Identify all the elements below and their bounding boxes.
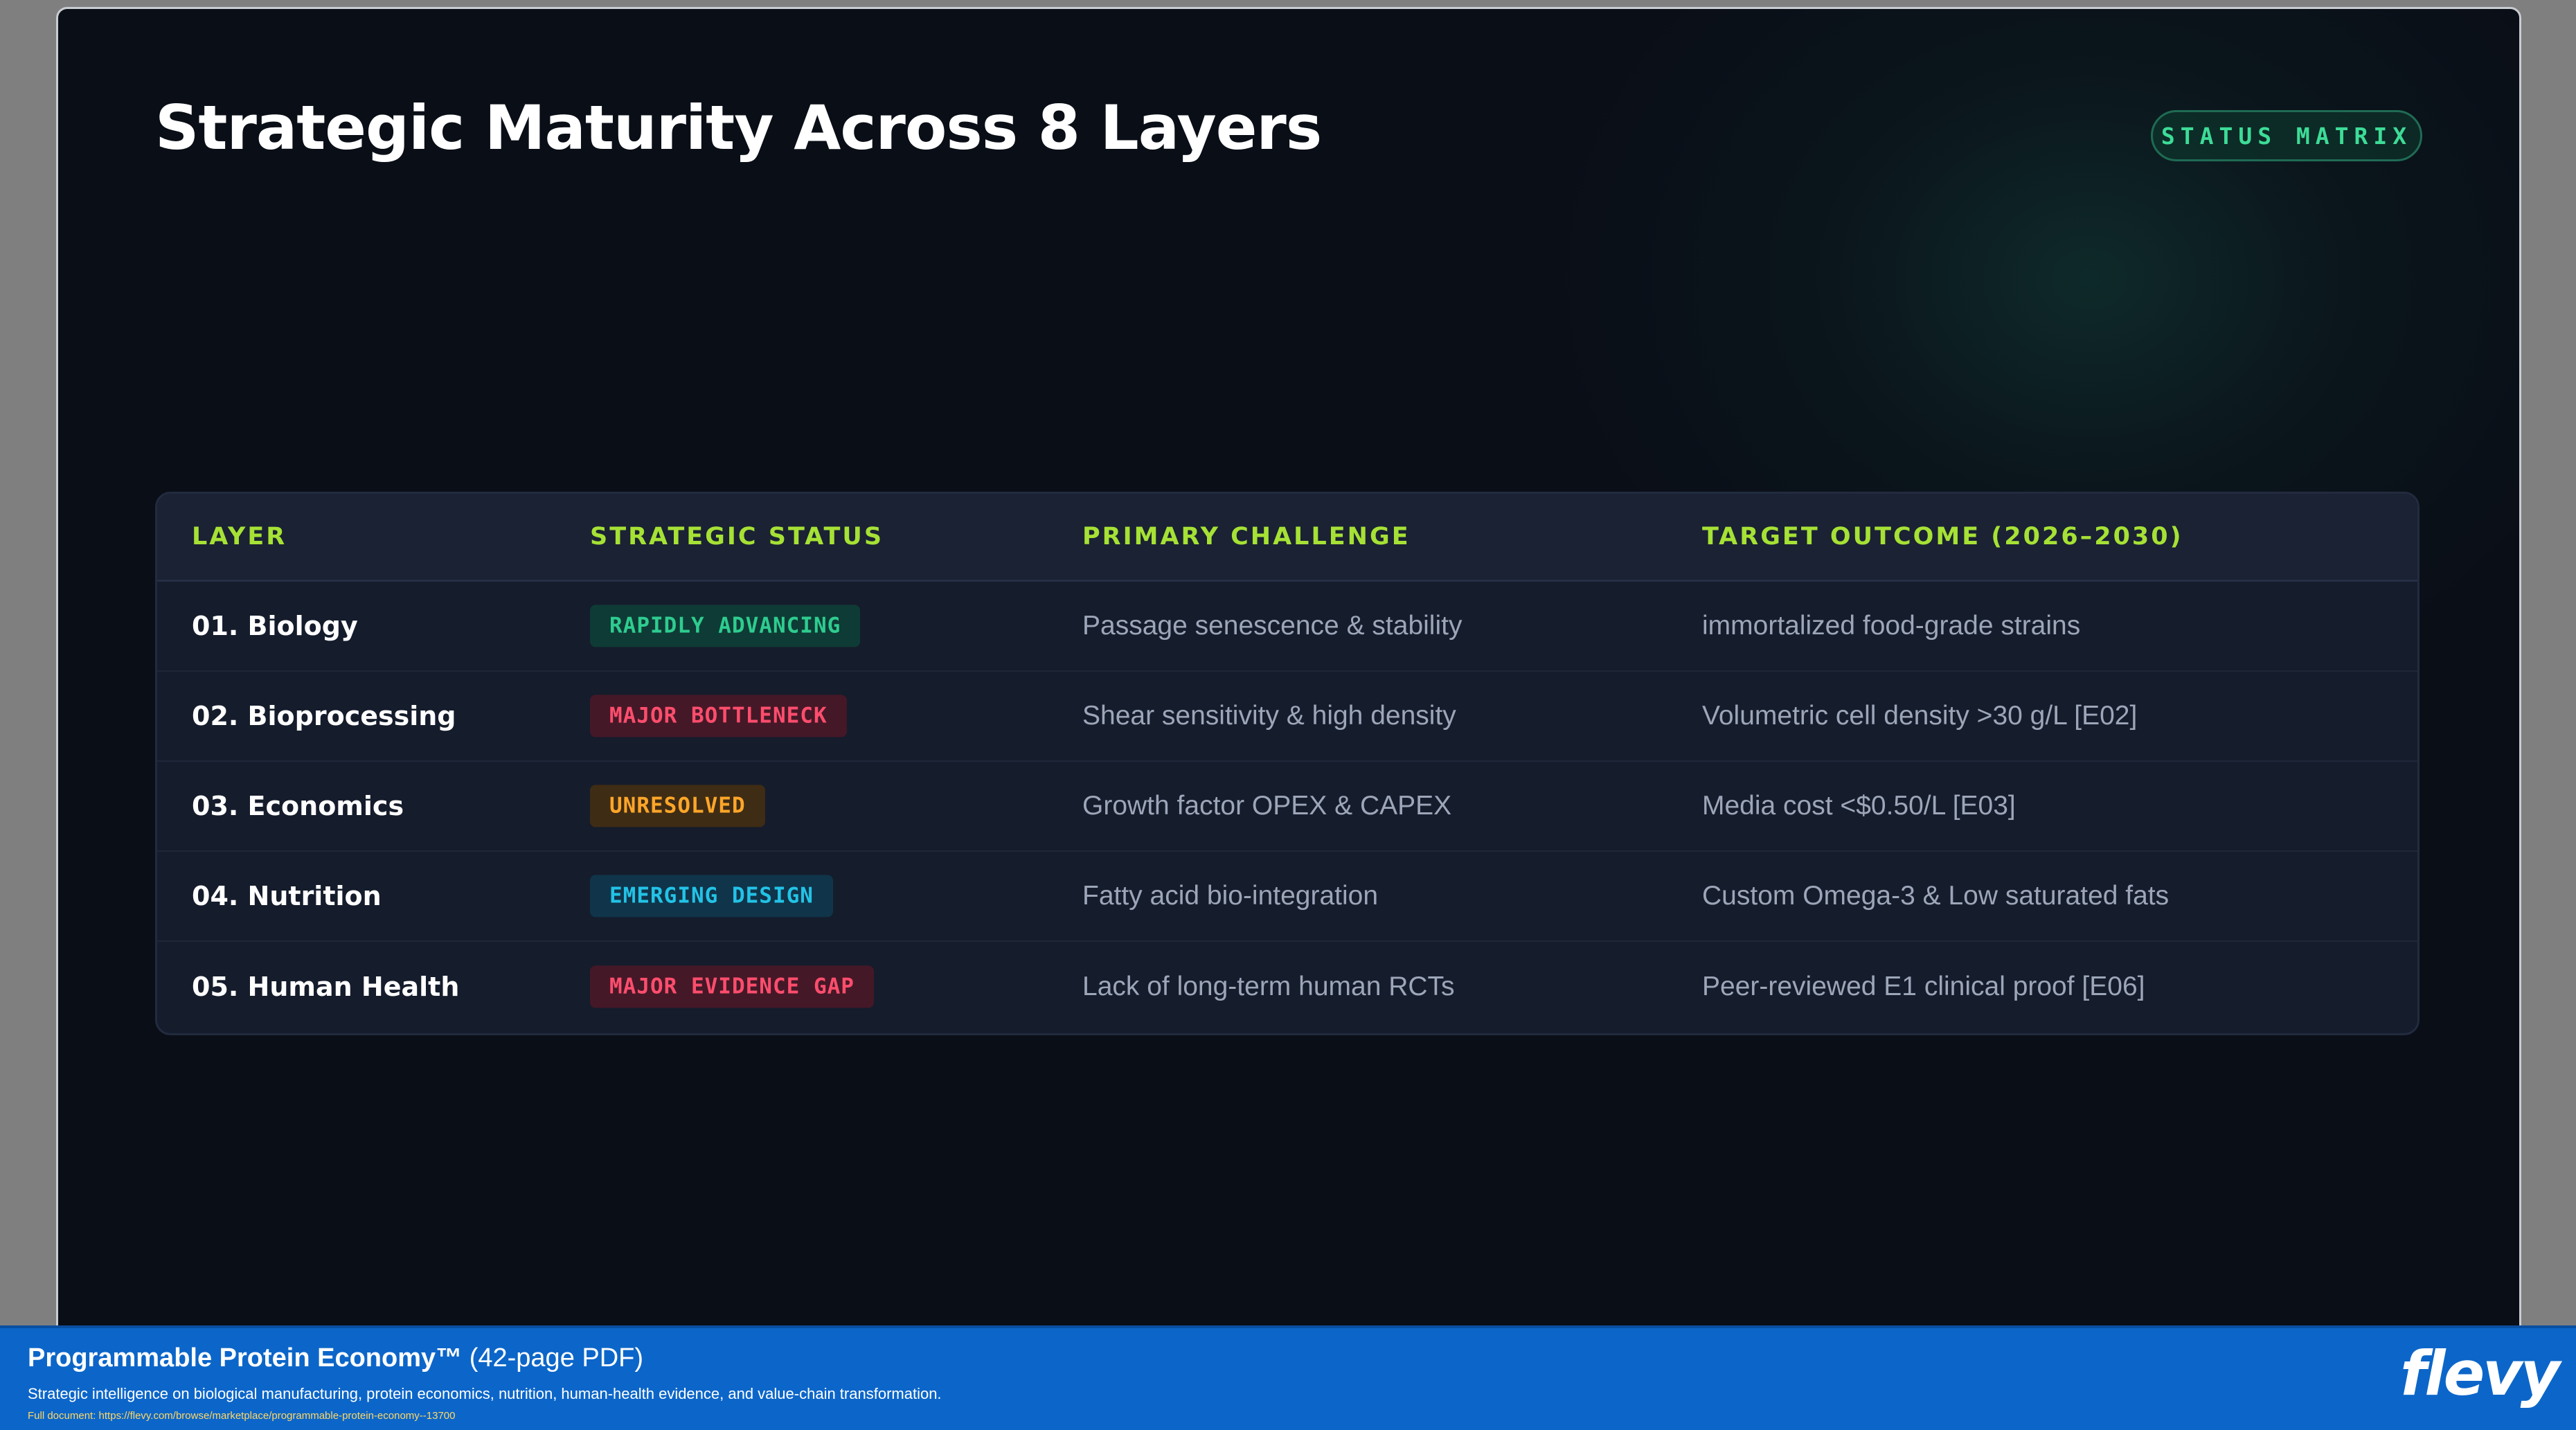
- target-outcome: Peer-reviewed E1 clinical proof [E06]: [1702, 972, 2145, 1001]
- flevy-logo: flevy: [2400, 1338, 2560, 1409]
- layer-name: 02. Bioprocessing: [192, 701, 456, 731]
- primary-challenge: Fatty acid bio-integration: [1082, 881, 1379, 911]
- table-row: 05. Human Health MAJOR EVIDENCE GAP Lack…: [157, 942, 2417, 1032]
- status-badge: UNRESOLVED: [590, 785, 765, 828]
- status-matrix-table: LAYER STRATEGIC STATUS PRIMARY CHALLENGE…: [155, 492, 2420, 1035]
- document-title: Programmable Protein Economy™ (42-page P…: [28, 1343, 643, 1373]
- table-header-row: LAYER STRATEGIC STATUS PRIMARY CHALLENGE…: [157, 494, 2417, 582]
- primary-challenge: Passage senescence & stability: [1082, 611, 1463, 641]
- target-outcome: Volumetric cell density >30 g/L [E02]: [1702, 701, 2138, 731]
- primary-challenge: Shear sensitivity & high density: [1082, 701, 1456, 731]
- table-row: 03. Economics UNRESOLVED Growth factor O…: [157, 762, 2417, 852]
- table-row: 02. Bioprocessing MAJOR BOTTLENECK Shear…: [157, 672, 2417, 762]
- document-footer-banner: Programmable Protein Economy™ (42-page P…: [0, 1325, 2576, 1430]
- status-badge: EMERGING DESIGN: [590, 875, 833, 918]
- layer-name: 04. Nutrition: [192, 881, 382, 911]
- target-outcome: Custom Omega-3 & Low saturated fats: [1702, 881, 2170, 911]
- target-outcome: immortalized food-grade strains: [1702, 611, 2081, 641]
- slide: Strategic Maturity Across 8 Layers STATU…: [56, 7, 2521, 1371]
- status-matrix-badge: STATUS MATRIX: [2151, 110, 2422, 161]
- document-link[interactable]: Full document: https://flevy.com/browse/…: [28, 1410, 456, 1422]
- status-badge: MAJOR BOTTLENECK: [590, 695, 847, 738]
- table-row: 01. Biology RAPIDLY ADVANCING Passage se…: [157, 582, 2417, 672]
- document-description: Strategic intelligence on biological man…: [28, 1385, 942, 1402]
- target-outcome: Media cost <$0.50/L [E03]: [1702, 791, 2016, 821]
- column-header-layer: LAYER: [192, 523, 287, 551]
- column-header-target-outcome: TARGET OUTCOME (2026–2030): [1702, 523, 2183, 551]
- status-badge: RAPIDLY ADVANCING: [590, 605, 861, 647]
- status-badge: MAJOR EVIDENCE GAP: [590, 965, 874, 1008]
- layer-name: 05. Human Health: [192, 972, 460, 1002]
- table-row: 04. Nutrition EMERGING DESIGN Fatty acid…: [157, 852, 2417, 942]
- document-page-count: (42-page PDF): [462, 1343, 644, 1373]
- column-header-primary-challenge: PRIMARY CHALLENGE: [1082, 523, 1411, 551]
- primary-challenge: Lack of long-term human RCTs: [1082, 972, 1455, 1001]
- primary-challenge: Growth factor OPEX & CAPEX: [1082, 791, 1452, 821]
- document-title-name: Programmable Protein Economy™: [28, 1343, 463, 1373]
- layer-name: 01. Biology: [192, 611, 358, 641]
- layer-name: 03. Economics: [192, 791, 404, 821]
- column-header-strategic-status: STRATEGIC STATUS: [590, 523, 884, 551]
- page-title: Strategic Maturity Across 8 Layers: [155, 92, 1322, 163]
